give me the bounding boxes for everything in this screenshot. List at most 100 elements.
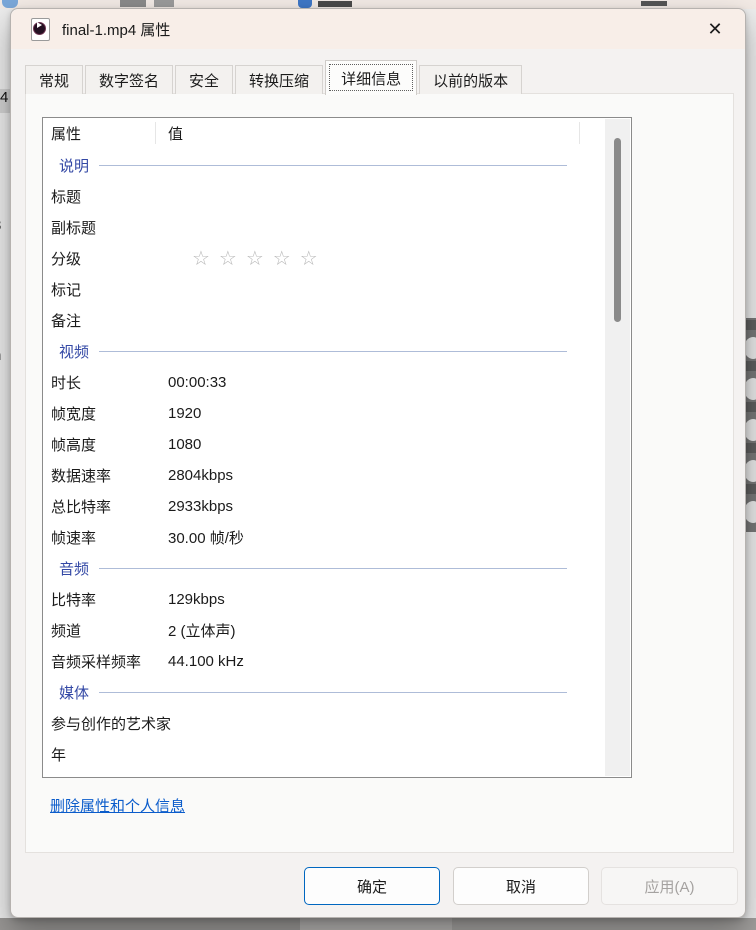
properties-rows: 说明标题副标题分级☆☆☆☆☆标记备注视频时长00:00:33帧宽度1920帧高度… xyxy=(43,150,605,770)
property-value: 00:00:33 xyxy=(168,374,605,391)
property-row[interactable]: 频道2 (立体声) xyxy=(43,615,605,646)
property-row[interactable]: 备注 xyxy=(43,305,605,336)
screen: 4-3tn final-1.mp4 属性 ✕ 常规数字签名安全转换压缩详细信息以… xyxy=(0,0,756,930)
property-row[interactable]: 分级☆☆☆☆☆ xyxy=(43,243,605,274)
property-label: 音频采样频率 xyxy=(51,651,168,672)
property-value: 44.100 kHz xyxy=(168,653,605,670)
tab-3[interactable]: 转换压缩 xyxy=(235,65,323,94)
title-bar: final-1.mp4 属性 ✕ xyxy=(11,9,745,49)
property-label: 标题 xyxy=(51,186,168,207)
property-value: 1080 xyxy=(168,436,605,453)
column-header-property[interactable]: 属性 xyxy=(51,123,168,144)
tab-2[interactable]: 安全 xyxy=(175,65,233,94)
properties-listview[interactable]: 属性 值 说明标题副标题分级☆☆☆☆☆标记备注视频时长00:00:33帧宽度19… xyxy=(42,117,632,778)
property-label: 总比特率 xyxy=(51,496,168,517)
play-triangle-icon xyxy=(37,22,42,28)
scrollbar-thumb[interactable] xyxy=(614,138,621,322)
background-right-sliver xyxy=(745,9,756,918)
property-label: 频道 xyxy=(51,620,168,641)
bg-text-fragment xyxy=(641,1,667,6)
property-row[interactable]: 年 xyxy=(43,739,605,770)
property-row[interactable]: 比特率129kbps xyxy=(43,584,605,615)
dialog-title: final-1.mp4 属性 xyxy=(62,19,170,40)
property-row[interactable]: 总比特率2933kbps xyxy=(43,491,605,522)
property-label: 帧宽度 xyxy=(51,403,168,424)
bg-band xyxy=(745,484,756,494)
bg-band xyxy=(745,320,756,330)
tab-4-selected[interactable]: 详细信息 xyxy=(325,60,417,95)
section-label: 视频 xyxy=(59,341,89,362)
scrollbar-track[interactable] xyxy=(605,119,630,776)
bg-segment xyxy=(0,918,300,930)
bg-icon-fragment xyxy=(154,0,174,7)
apply-button: 应用(A) xyxy=(601,867,738,905)
property-row[interactable]: 音频采样频率44.100 kHz xyxy=(43,646,605,677)
bg-band xyxy=(745,361,756,371)
property-value: 1920 xyxy=(168,405,605,422)
bg-text-fragment xyxy=(318,1,352,7)
property-label: 数据速率 xyxy=(51,465,168,486)
bg-icon-fragment xyxy=(298,0,312,8)
property-row[interactable]: 标题 xyxy=(43,181,605,212)
bg-band xyxy=(745,402,756,412)
property-label: 备注 xyxy=(51,310,168,331)
remove-properties-link[interactable]: 删除属性和个人信息 xyxy=(50,795,185,816)
bg-circle xyxy=(745,337,756,359)
property-label: 年 xyxy=(51,744,168,765)
bg-circle xyxy=(745,419,756,441)
column-separator[interactable] xyxy=(579,122,580,144)
property-row[interactable]: 帧宽度1920 xyxy=(43,398,605,429)
property-value: 30.00 帧/秒 xyxy=(168,527,605,548)
bg-icon-fragment xyxy=(120,0,146,7)
bg-segment xyxy=(452,918,756,930)
bg-circle xyxy=(745,501,756,523)
column-separator[interactable] xyxy=(155,122,156,144)
property-row[interactable]: 数据速率2804kbps xyxy=(43,460,605,491)
close-icon[interactable]: ✕ xyxy=(701,15,729,43)
bg-icon-fragment xyxy=(2,0,18,8)
section-rule xyxy=(99,165,567,166)
tab-0[interactable]: 常规 xyxy=(25,65,83,94)
property-label: 比特率 xyxy=(51,589,168,610)
details-tab-page: 属性 值 说明标题副标题分级☆☆☆☆☆标记备注视频时长00:00:33帧宽度19… xyxy=(25,93,734,853)
property-label: 分级 xyxy=(51,248,168,269)
listview-header[interactable]: 属性 值 xyxy=(43,118,631,148)
property-label: 副标题 xyxy=(51,217,168,238)
dialog-footer: 确定取消应用(A) xyxy=(11,859,745,919)
property-label: 标记 xyxy=(51,279,168,300)
bg-band xyxy=(745,443,756,453)
bg-circle xyxy=(745,378,756,400)
section-rule xyxy=(99,692,567,693)
section-row[interactable]: 音频 xyxy=(43,553,605,584)
section-row[interactable]: 说明 xyxy=(43,150,605,181)
properties-dialog: final-1.mp4 属性 ✕ 常规数字签名安全转换压缩详细信息以前的版本 属… xyxy=(10,8,746,918)
property-label: 参与创作的艺术家 xyxy=(51,713,168,734)
property-row[interactable]: 标记 xyxy=(43,274,605,305)
section-label: 说明 xyxy=(59,155,89,176)
property-row[interactable]: 帧高度1080 xyxy=(43,429,605,460)
video-file-icon xyxy=(31,18,50,41)
tab-strip: 常规数字签名安全转换压缩详细信息以前的版本 xyxy=(25,59,524,94)
column-header-value[interactable]: 值 xyxy=(168,123,631,144)
property-label: 帧高度 xyxy=(51,434,168,455)
section-label: 音频 xyxy=(59,558,89,579)
section-row[interactable]: 媒体 xyxy=(43,677,605,708)
property-value: 2933kbps xyxy=(168,498,605,515)
property-row[interactable]: 副标题 xyxy=(43,212,605,243)
section-label: 媒体 xyxy=(59,682,89,703)
tab-1[interactable]: 数字签名 xyxy=(85,65,173,94)
property-label: 帧速率 xyxy=(51,527,168,548)
bg-circle xyxy=(745,460,756,482)
property-row[interactable]: 时长00:00:33 xyxy=(43,367,605,398)
property-row[interactable]: 参与创作的艺术家 xyxy=(43,708,605,739)
property-row[interactable]: 帧速率30.00 帧/秒 xyxy=(43,522,605,553)
ok-button[interactable]: 确定 xyxy=(304,867,440,905)
property-value: 2 (立体声) xyxy=(168,620,605,641)
rating-stars[interactable]: ☆☆☆☆☆ xyxy=(168,249,605,269)
tab-5[interactable]: 以前的版本 xyxy=(419,65,522,94)
section-row[interactable]: 视频 xyxy=(43,336,605,367)
section-rule xyxy=(99,568,567,569)
property-label: 时长 xyxy=(51,372,168,393)
cancel-button[interactable]: 取消 xyxy=(453,867,589,905)
background-filmstrip xyxy=(745,318,756,532)
